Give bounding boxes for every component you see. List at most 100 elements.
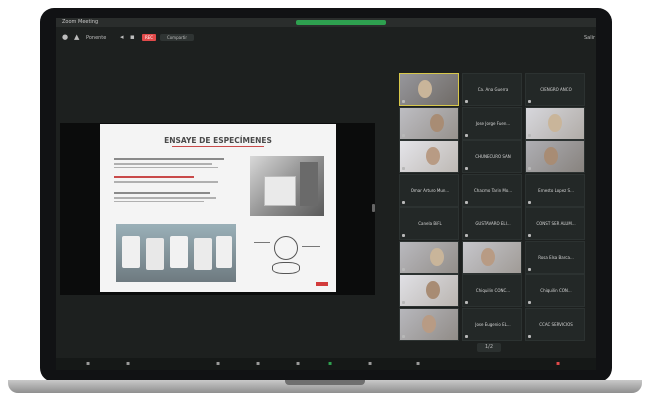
slide-bullet-2 — [114, 176, 234, 183]
mic-muted-icon — [465, 100, 468, 103]
mic-muted-icon — [402, 133, 405, 137]
specimens-photo — [116, 224, 236, 282]
participant-tile[interactable]: CCAC SERVICIOS — [525, 307, 585, 341]
share-screen-icon[interactable]: ▪ — [328, 360, 332, 367]
chat-icon[interactable]: ▪ — [296, 360, 300, 367]
window-title: Zoom Meeting — [62, 19, 99, 25]
record-badge[interactable]: REC — [142, 34, 156, 41]
mic-muted-icon — [402, 301, 405, 304]
participant-tile[interactable]: Rosa Elsa Barca... — [525, 240, 585, 274]
participant-face — [430, 113, 444, 132]
participant-gallery: Ca. Ana Guerra CIENGRO ANCO Jose Jorge Fue… — [399, 73, 589, 343]
participant-face — [548, 113, 562, 132]
specimen-5 — [216, 236, 232, 268]
shield-icon[interactable]: ● — [62, 33, 68, 41]
mic-muted-icon — [528, 267, 531, 271]
participant-video — [400, 275, 458, 306]
participant-tile[interactable]: GUSTAVARO ELI... — [462, 207, 522, 240]
testing-machine-photo — [250, 156, 324, 216]
participant-tile[interactable] — [525, 140, 585, 173]
participant-name: GUSTAVARO ELI... — [475, 221, 511, 226]
slide-title: ENSAYE DE ESPECÍMENES — [164, 136, 272, 145]
view-label[interactable]: Ponente — [86, 35, 106, 41]
top-toolbar: ● ▲ Ponente ◂ ▪ Salir — [56, 28, 596, 46]
participant-video — [400, 107, 458, 139]
share-pill[interactable]: Compartir — [160, 34, 194, 41]
participant-name: CIENGRO ANCO — [540, 87, 572, 92]
cylinder-diagram — [250, 232, 326, 276]
participant-name: Rosa Elsa Barca... — [538, 254, 574, 260]
participant-tile[interactable]: CHUNECURO SAN — [462, 140, 522, 173]
mic-muted-icon — [402, 234, 405, 237]
participant-face — [426, 281, 440, 299]
title-underline — [172, 146, 264, 147]
mute-icon[interactable]: ▪ — [86, 360, 90, 367]
participant-tile[interactable]: Ca. Ana Guerra — [462, 73, 522, 106]
participant-name: Omar Arturo Mun... — [410, 187, 450, 193]
mic-muted-icon — [402, 334, 405, 338]
participant-tile[interactable] — [399, 73, 459, 106]
participant-name: Chiquilin CON... — [540, 288, 572, 293]
participant-video — [400, 241, 458, 273]
participant-video — [526, 141, 584, 172]
reactions-icon[interactable]: ▪ — [416, 360, 420, 367]
speaker-icon[interactable]: ◂ — [120, 33, 124, 41]
participant-tile[interactable] — [399, 140, 459, 173]
mic-muted-icon — [465, 301, 468, 304]
mic-muted-icon — [465, 200, 468, 204]
logo-icon — [316, 282, 328, 286]
mic-muted-icon — [528, 133, 531, 137]
view-icon[interactable]: ▲ — [74, 33, 79, 41]
participant-name: Ca. Ana Guerra — [477, 87, 509, 92]
participants-icon[interactable]: ▪ — [256, 360, 260, 367]
mic-muted-icon — [528, 100, 531, 103]
participant-video — [400, 308, 458, 340]
participant-tile[interactable]: Chiquilin CON... — [525, 274, 585, 307]
participant-tile[interactable] — [462, 240, 522, 274]
participant-tile[interactable]: Chiquilin CONC... — [462, 274, 522, 307]
participant-tile[interactable] — [399, 106, 459, 140]
participant-tile[interactable]: Jose Eugenio EL... — [462, 307, 522, 341]
end-icon[interactable]: ▪ — [556, 360, 560, 367]
title-bar: Zoom Meeting — [56, 18, 596, 27]
mic-muted-icon — [465, 167, 468, 170]
participant-tile[interactable]: Canela BiFL — [399, 207, 459, 240]
record-icon[interactable]: ▪ — [368, 360, 372, 367]
mic-muted-icon — [528, 301, 531, 304]
participant-tile[interactable]: Omar Arturo Mun... — [399, 173, 459, 207]
participant-video — [463, 241, 521, 273]
participant-name: Ernesto Lopez S... — [538, 187, 574, 193]
mic-muted-icon — [402, 167, 405, 170]
specimen-1 — [122, 236, 140, 268]
specimen-4 — [194, 238, 212, 270]
security-icon[interactable]: ▪ — [216, 360, 220, 367]
mic-muted-icon — [465, 267, 468, 271]
participant-video — [400, 141, 458, 172]
machine-column — [300, 162, 318, 206]
participant-tile[interactable] — [399, 274, 459, 307]
participant-tile[interactable]: Jose Jorge Fuen... — [462, 106, 522, 140]
participant-name: Canela BiFL — [418, 221, 442, 226]
mic-muted-icon — [465, 133, 468, 137]
diagram-label-line-1 — [254, 242, 270, 243]
participant-tile[interactable]: Chacmo Tarin Mo... — [462, 173, 522, 207]
participant-face — [430, 247, 444, 266]
participant-video — [526, 107, 584, 139]
participant-tile[interactable] — [399, 307, 459, 341]
participant-video — [400, 74, 458, 105]
resize-handle[interactable] — [372, 204, 375, 212]
participant-tile[interactable]: Ernesto Lopez S... — [525, 173, 585, 207]
participant-name: Jose Eugenio EL... — [475, 321, 511, 327]
participant-tile[interactable] — [525, 106, 585, 140]
participant-tile[interactable] — [399, 240, 459, 274]
participant-tile[interactable]: CONST SER ALUM... — [525, 207, 585, 240]
sharing-indicator[interactable] — [296, 20, 386, 25]
grid-icon[interactable]: ▪ — [130, 33, 135, 41]
gallery-page-button[interactable]: 1/2 — [477, 343, 501, 352]
specimen-2 — [146, 238, 164, 270]
mic-muted-icon — [528, 200, 531, 204]
participant-tile[interactable]: CIENGRO ANCO — [525, 73, 585, 106]
video-icon[interactable]: ▪ — [126, 360, 130, 367]
leave-label[interactable]: Salir — [584, 35, 595, 41]
specimen-3 — [170, 236, 188, 268]
